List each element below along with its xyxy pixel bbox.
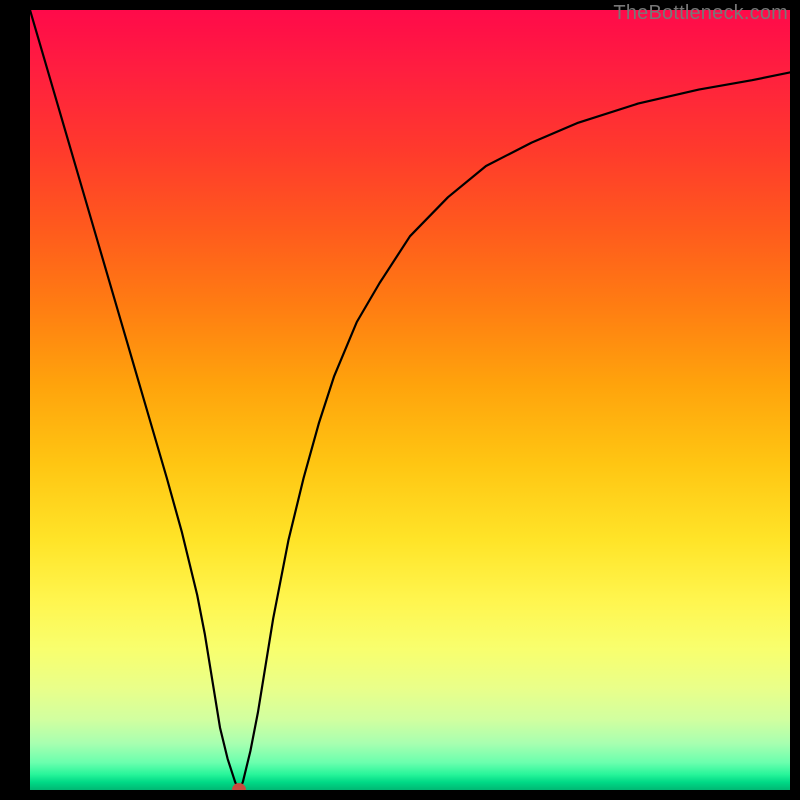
chart-frame: TheBottleneck.com: [0, 0, 800, 800]
optimal-point-marker: [232, 783, 246, 790]
bottleneck-curve: [30, 10, 790, 790]
plot-area: [30, 10, 790, 790]
curve-layer: [30, 10, 790, 790]
watermark-text: TheBottleneck.com: [613, 2, 788, 25]
